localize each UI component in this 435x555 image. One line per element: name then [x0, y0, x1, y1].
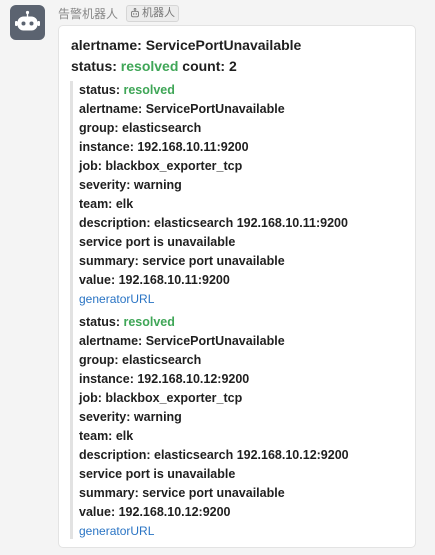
alert-item: status: resolved alertname: ServicePortU… — [73, 313, 407, 541]
summary-count-value: 2 — [228, 58, 237, 74]
alert-value: value: 192.168.10.12:9200 — [79, 505, 231, 519]
bot-badge-label: 机器人 — [142, 6, 176, 19]
robot-mini-icon — [131, 8, 139, 18]
alert-status-value: resolved — [123, 83, 175, 97]
alert-group: group: elasticsearch — [79, 353, 202, 367]
alert-instance: instance: 192.168.10.12:9200 — [79, 372, 250, 386]
alert-instance: instance: 192.168.10.11:9200 — [79, 140, 249, 154]
alert-description: description: elasticsearch 192.168.10.12… — [79, 448, 349, 462]
alert-job: job: blackbox_exporter_tcp — [79, 391, 243, 405]
alert-status-value: resolved — [123, 315, 175, 329]
alert-alertname: alertname: ServicePortUnavailable — [79, 102, 285, 116]
summary-status-value: resolved — [120, 58, 179, 74]
alert-status-label: status: — [79, 83, 120, 97]
alert-severity: severity: warning — [79, 410, 182, 424]
summary-status-line: status: resolved count: 2 — [71, 56, 407, 77]
alert-summary: summary: service port unavailable — [79, 486, 285, 500]
message-bubble: alertname: ServicePortUnavailable status… — [58, 25, 416, 548]
alert-severity: severity: warning — [79, 178, 182, 192]
sender-row: 告警机器人 机器人 — [58, 4, 180, 22]
sender-name[interactable]: 告警机器人 — [58, 5, 118, 22]
alerts-quote-block: status: resolved alertname: ServicePortU… — [70, 81, 407, 539]
alert-team: team: elk — [79, 429, 134, 443]
summary-count-label: count: — [182, 58, 226, 74]
bot-avatar[interactable] — [10, 5, 45, 40]
alert-team: team: elk — [79, 197, 134, 211]
bot-badge: 机器人 — [126, 4, 180, 22]
alert-value: value: 192.168.10.11:9200 — [79, 273, 230, 287]
alert-status-line: status: resolved — [79, 313, 407, 332]
generator-url-link[interactable]: generatorURL — [79, 290, 407, 309]
alert-status-line: status: resolved — [79, 81, 407, 100]
alert-summary: alertname: ServicePortUnavailable status… — [71, 35, 407, 77]
robot-icon — [15, 10, 40, 31]
alert-alertname: alertname: ServicePortUnavailable — [79, 334, 285, 348]
alert-summary: summary: service port unavailable — [79, 254, 285, 268]
summary-status-label: status: — [71, 58, 117, 74]
alert-item: status: resolved alertname: ServicePortU… — [73, 81, 407, 309]
alert-description: description: elasticsearch 192.168.10.11… — [79, 216, 348, 230]
alert-group: group: elasticsearch — [79, 121, 202, 135]
generator-url-link[interactable]: generatorURL — [79, 522, 407, 541]
summary-alertname: alertname: ServicePortUnavailable — [71, 37, 302, 53]
alert-job: job: blackbox_exporter_tcp — [79, 159, 243, 173]
alert-description-cont: service port is unavailable — [79, 467, 236, 481]
alert-description-cont: service port is unavailable — [79, 235, 236, 249]
alert-status-label: status: — [79, 315, 120, 329]
